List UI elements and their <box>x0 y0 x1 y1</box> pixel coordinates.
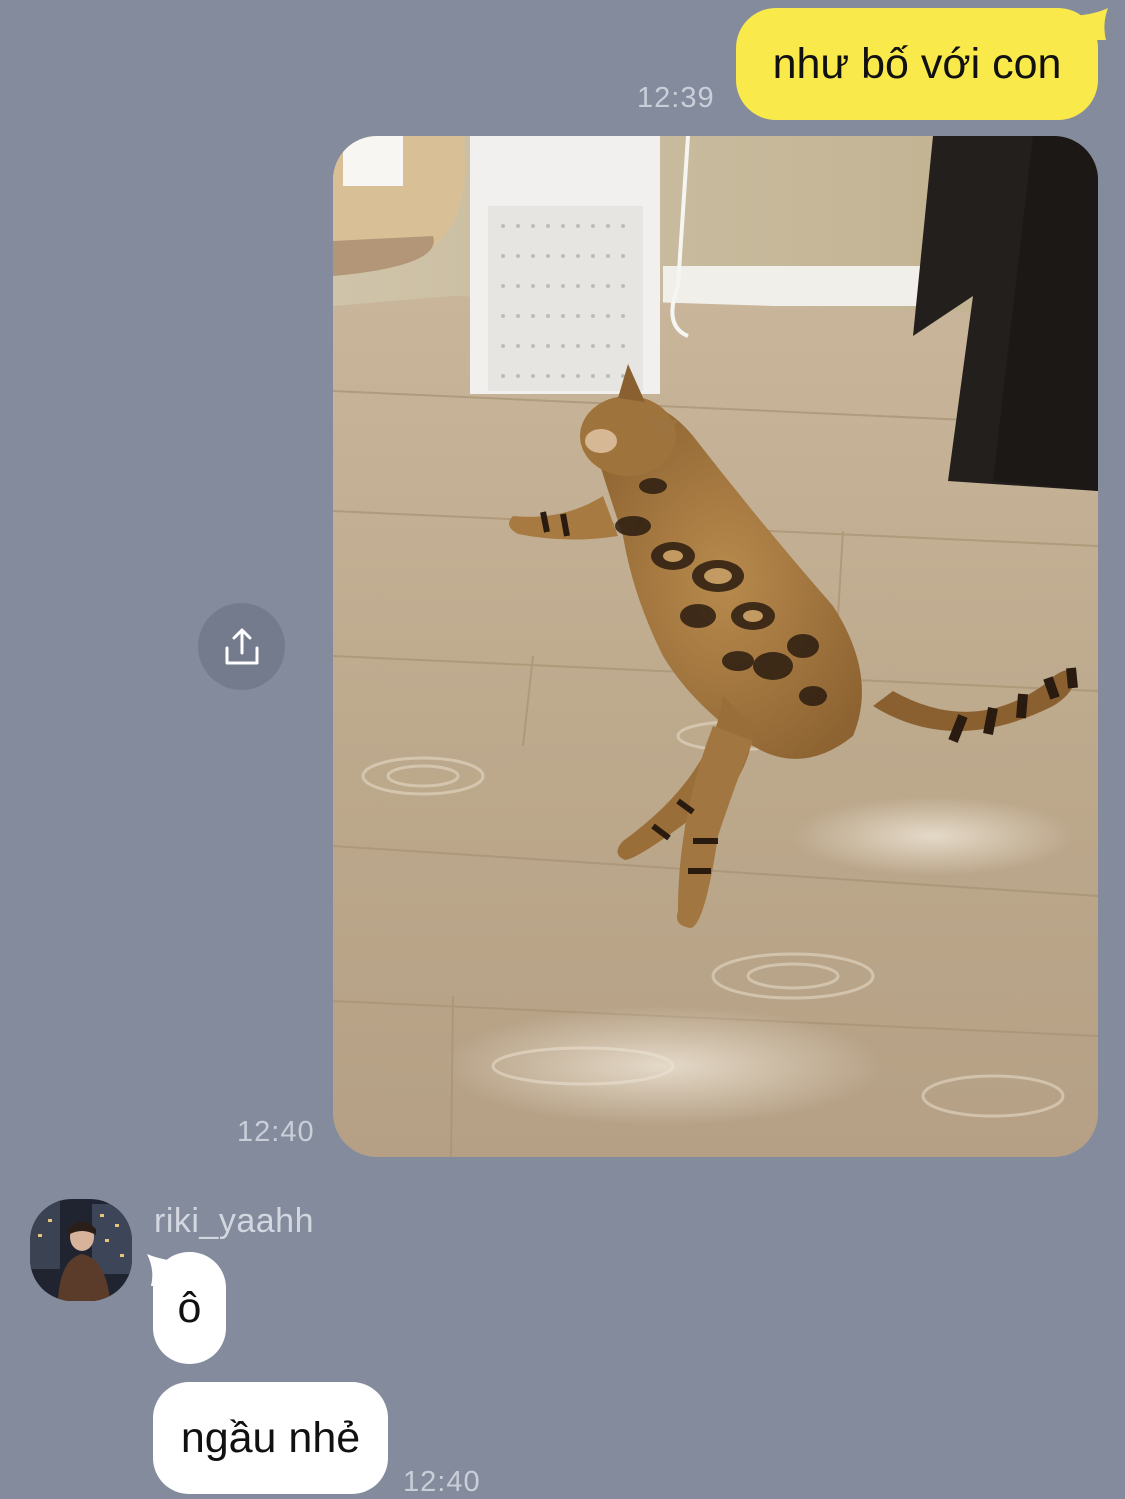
incoming-message-text: ngầu nhẻ <box>180 1413 361 1462</box>
outgoing-message-time: 12:39 <box>637 82 715 114</box>
incoming-message-time: 12:40 <box>403 1466 481 1498</box>
photo-message[interactable] <box>333 136 1098 1157</box>
sender-name: riki_yaahh <box>154 1202 314 1240</box>
cat-photo <box>333 136 1098 1157</box>
outgoing-message-bubble[interactable]: như bố với con <box>736 8 1098 120</box>
share-icon <box>225 628 258 664</box>
incoming-message-bubble[interactable]: ô <box>153 1252 226 1364</box>
photo-message-time: 12:40 <box>237 1116 315 1148</box>
avatar[interactable] <box>30 1199 132 1301</box>
incoming-message-bubble[interactable]: ngầu nhẻ <box>153 1382 388 1494</box>
share-button[interactable] <box>198 603 285 690</box>
outgoing-message-text: như bố với con <box>772 39 1062 88</box>
incoming-message-text: ô <box>177 1283 202 1332</box>
